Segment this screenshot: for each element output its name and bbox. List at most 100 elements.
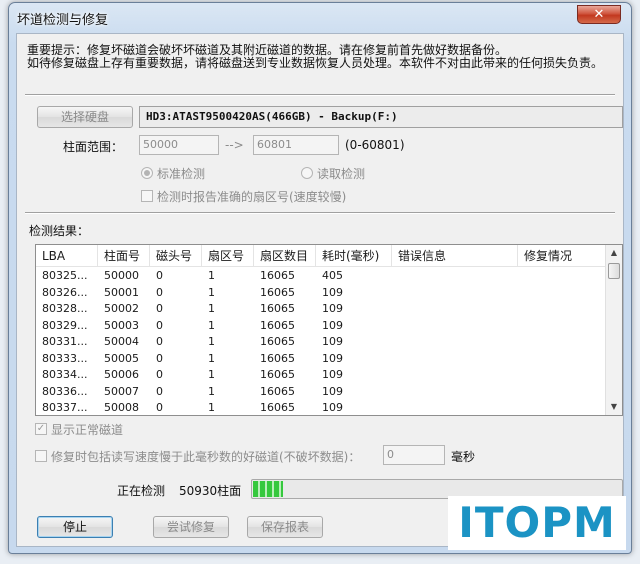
cell-cylinder: 50007 — [104, 384, 139, 398]
cell-cylinder: 50003 — [104, 318, 139, 332]
cell-repair — [518, 351, 607, 367]
cell-time: 109 — [322, 351, 343, 365]
scroll-thumb[interactable] — [608, 263, 620, 279]
table-rows: 80325... 50000 0 1 16065 405 80326... 50001 0 1 16… — [36, 268, 607, 415]
table-row[interactable]: 80329... 50003 0 1 16065 109 — [36, 318, 607, 335]
cell-lba: 80334... — [42, 368, 88, 381]
cell-sector: 1 — [208, 269, 215, 282]
table-row[interactable]: 80333... 50005 0 1 16065 109 — [36, 351, 607, 368]
status-cylinder: 50930柱面 — [179, 484, 242, 498]
report-sector-label: 检测时报告准确的扇区号(速度较慢) — [157, 190, 347, 204]
table-row[interactable]: 80326... 50001 0 1 16065 109 — [36, 285, 607, 302]
col-time[interactable]: 耗时(毫秒) — [316, 245, 392, 267]
cell-cylinder: 50002 — [104, 302, 139, 315]
window-title: 坏道检测与修复 — [17, 13, 109, 28]
col-head[interactable]: 磁头号 — [150, 245, 202, 267]
cell-sector-count: 16065 — [260, 335, 295, 348]
cell-cylinder: 50000 — [104, 269, 139, 282]
cell-sector-count: 16065 — [260, 318, 295, 332]
cell-cylinder: 50008 — [104, 401, 139, 414]
cell-sector-count: 16065 — [260, 384, 295, 398]
divider — [25, 94, 615, 96]
cell-error — [392, 268, 518, 284]
col-cylinder[interactable]: 柱面号 — [98, 245, 150, 267]
cell-sector-count: 16065 — [260, 269, 295, 282]
scroll-up-icon[interactable]: ▲ — [606, 245, 622, 261]
results-label: 检测结果： — [29, 224, 90, 238]
ms-threshold-input[interactable]: 0 — [383, 445, 445, 465]
cell-time: 109 — [322, 302, 343, 315]
cell-repair — [518, 400, 607, 415]
range-from-input[interactable]: 50000 — [139, 135, 219, 155]
itopm-watermark-logo: ITOPM — [448, 496, 626, 550]
stop-button[interactable]: 停止 — [37, 516, 113, 538]
include-slow-label: 修复时包括读写速度慢于此毫秒数的好磁道(不破坏数据)： — [51, 450, 361, 464]
table-row[interactable]: 80328... 50002 0 1 16065 109 — [36, 301, 607, 318]
cell-error — [392, 285, 518, 301]
read-check-radio[interactable] — [301, 167, 313, 179]
cell-repair — [518, 334, 607, 350]
scroll-down-icon[interactable]: ▼ — [606, 399, 622, 415]
table-row[interactable]: 80325... 50000 0 1 16065 405 — [36, 268, 607, 285]
col-sector-count[interactable]: 扇区数目 — [254, 245, 316, 267]
read-check-label: 读取检测 — [317, 167, 366, 181]
col-error[interactable]: 错误信息 — [392, 245, 518, 267]
try-repair-button[interactable]: 尝试修复 — [153, 516, 229, 538]
include-slow-checkbox[interactable] — [35, 450, 47, 462]
range-hint: (0-60801) — [345, 138, 405, 152]
range-arrow: --> — [225, 138, 244, 152]
cell-sector: 1 — [208, 368, 215, 381]
cell-lba: 80328... — [42, 302, 88, 315]
cell-lba: 80337... — [42, 401, 88, 414]
progress-fill — [253, 481, 283, 497]
cell-head: 0 — [156, 302, 163, 315]
cell-repair — [518, 268, 607, 284]
cell-sector: 1 — [208, 285, 215, 299]
selected-disk-field: HD3:ATAST9500420AS(466GB) - Backup(F:) — [139, 106, 623, 128]
cell-lba: 80331... — [42, 335, 88, 348]
cell-cylinder: 50001 — [104, 285, 139, 299]
table-row[interactable]: 80331... 50004 0 1 16065 109 — [36, 334, 607, 351]
cell-error — [392, 301, 518, 317]
cell-time: 109 — [322, 285, 343, 299]
report-sector-checkbox[interactable] — [141, 190, 153, 202]
show-normal-checkbox[interactable]: ✓ — [35, 423, 47, 435]
cell-repair — [518, 318, 607, 334]
notice-line-2: 如待修复磁盘上存有重要数据，请将磁盘送到专业数据恢复人员处理。本软件不对由此带来… — [27, 56, 604, 70]
cell-time: 405 — [322, 269, 343, 282]
cell-error — [392, 318, 518, 334]
cell-head: 0 — [156, 401, 163, 414]
standard-check-radio[interactable] — [141, 167, 153, 179]
cell-sector: 1 — [208, 335, 215, 348]
cell-head: 0 — [156, 269, 163, 282]
col-sector[interactable]: 扇区号 — [202, 245, 254, 267]
results-table[interactable]: LBA 柱面号 磁头号 扇区号 扇区数目 耗时(毫秒) 错误信息 修复情况 80… — [35, 244, 623, 416]
table-row[interactable]: 80337... 50008 0 1 16065 109 — [36, 400, 607, 415]
save-report-button[interactable]: 保存报表 — [247, 516, 323, 538]
table-row[interactable]: 80336... 50007 0 1 16065 109 — [36, 384, 607, 401]
table-row[interactable]: 80334... 50006 0 1 16065 109 — [36, 367, 607, 384]
cell-error — [392, 334, 518, 350]
title-bar[interactable]: 坏道检测与修复 ✕ — [9, 3, 631, 31]
divider — [25, 212, 615, 214]
cell-time: 109 — [322, 384, 343, 398]
cell-sector: 1 — [208, 302, 215, 315]
range-to-input[interactable]: 60801 — [253, 135, 339, 155]
dialog-body: 重要提示：修复坏磁道会破坏坏磁道及其附近磁道的数据。请在修复前首先做好数据备份。… — [16, 33, 624, 547]
cell-sector-count: 16065 — [260, 368, 295, 381]
col-repair[interactable]: 修复情况 — [518, 245, 607, 267]
cell-sector: 1 — [208, 384, 215, 398]
cell-time: 109 — [322, 401, 343, 414]
vertical-scrollbar[interactable]: ▲ ▼ — [605, 245, 622, 415]
warning-notice: 重要提示：修复坏磁道会破坏坏磁道及其附近磁道的数据。请在修复前首先做好数据备份。… — [27, 44, 617, 70]
cell-error — [392, 400, 518, 415]
cell-cylinder: 50004 — [104, 335, 139, 348]
col-lba[interactable]: LBA — [36, 245, 98, 267]
cell-time: 109 — [322, 318, 343, 332]
close-button[interactable]: ✕ — [577, 5, 621, 24]
close-icon: ✕ — [593, 7, 605, 22]
table-header: LBA 柱面号 磁头号 扇区号 扇区数目 耗时(毫秒) 错误信息 修复情况 — [36, 245, 607, 267]
cell-repair — [518, 367, 607, 383]
cell-sector-count: 16065 — [260, 302, 295, 315]
select-disk-button[interactable]: 选择硬盘 — [37, 106, 133, 128]
